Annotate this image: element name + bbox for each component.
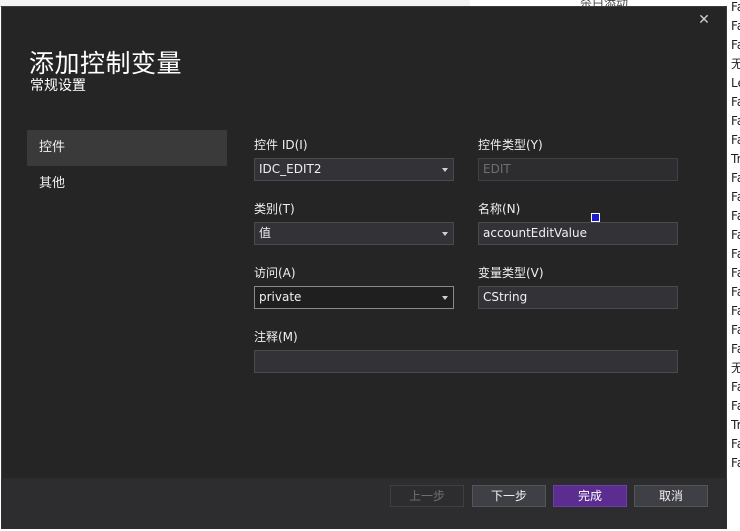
property-value: Tr	[731, 152, 740, 166]
nav-item-other[interactable]: 其他	[27, 166, 227, 202]
property-value: Fa	[731, 114, 740, 128]
property-value: Fa	[731, 95, 740, 109]
access-label: 访问(A)	[254, 266, 296, 280]
property-value: Fa	[731, 380, 740, 394]
access-value: private	[259, 290, 302, 304]
property-value: Fa	[731, 133, 740, 147]
category-label: 类别(T)	[254, 202, 295, 216]
property-value: Fa	[731, 304, 740, 318]
name-label: 名称(N)	[478, 202, 521, 216]
property-value: Fa	[731, 456, 740, 470]
finish-button[interactable]: 完成	[553, 485, 627, 507]
property-value: Fa	[731, 209, 740, 223]
property-value: Fa	[731, 323, 740, 337]
property-value: Fa	[731, 437, 740, 451]
previous-button[interactable]: 上一步	[390, 485, 464, 507]
next-button[interactable]: 下一步	[472, 485, 546, 507]
property-value: Fa	[731, 399, 740, 413]
property-value: Fa	[731, 0, 740, 14]
comment-input[interactable]	[254, 350, 678, 373]
property-value: Fa	[731, 285, 740, 299]
chevron-down-icon	[442, 296, 448, 300]
property-value: Fa	[731, 342, 740, 356]
control-type-label: 控件类型(Y)	[478, 138, 543, 152]
chevron-down-icon	[442, 232, 448, 236]
property-value: Tr	[731, 418, 740, 432]
property-value: Fa	[731, 266, 740, 280]
comment-label: 注释(M)	[254, 330, 298, 344]
category-value: 值	[259, 226, 272, 240]
property-value: Fa	[731, 38, 740, 52]
control-type-value: EDIT	[483, 162, 511, 176]
property-value: 无	[731, 361, 740, 375]
category-dropdown[interactable]: 值	[254, 222, 454, 245]
control-id-label: 控件 ID(I)	[254, 138, 308, 152]
background-property-list: Fa Fa Fa 无 Le Fa Fa Fa Tr Fa Fa Fa Fa Fa…	[728, 0, 740, 531]
name-input[interactable]: accountEditValue	[478, 222, 678, 245]
nav-item-controls[interactable]: 控件	[27, 130, 227, 166]
variable-type-label: 变量类型(V)	[478, 266, 544, 280]
close-icon[interactable]: ✕	[694, 10, 714, 30]
property-value: Fa	[731, 228, 740, 242]
property-value: Fa	[731, 171, 740, 185]
property-value: Fa	[731, 19, 740, 33]
dialog-subtitle: 常规设置	[30, 78, 86, 94]
control-id-dropdown[interactable]: IDC_EDIT2	[254, 158, 454, 181]
property-value: Fa	[731, 247, 740, 261]
name-value: accountEditValue	[483, 226, 587, 240]
property-value: Fa	[731, 190, 740, 204]
chevron-down-icon	[442, 168, 448, 172]
variable-type-value: CString	[483, 290, 528, 304]
mouse-cursor-marker-icon	[591, 213, 600, 222]
variable-type-input[interactable]: CString	[478, 286, 678, 309]
property-value: 无	[731, 57, 740, 71]
control-type-field: EDIT	[478, 158, 678, 181]
property-value: Le	[731, 76, 740, 90]
add-control-variable-dialog	[1, 6, 727, 529]
cancel-button[interactable]: 取消	[634, 485, 708, 507]
access-dropdown[interactable]: private	[254, 286, 454, 309]
control-id-value: IDC_EDIT2	[259, 162, 322, 176]
